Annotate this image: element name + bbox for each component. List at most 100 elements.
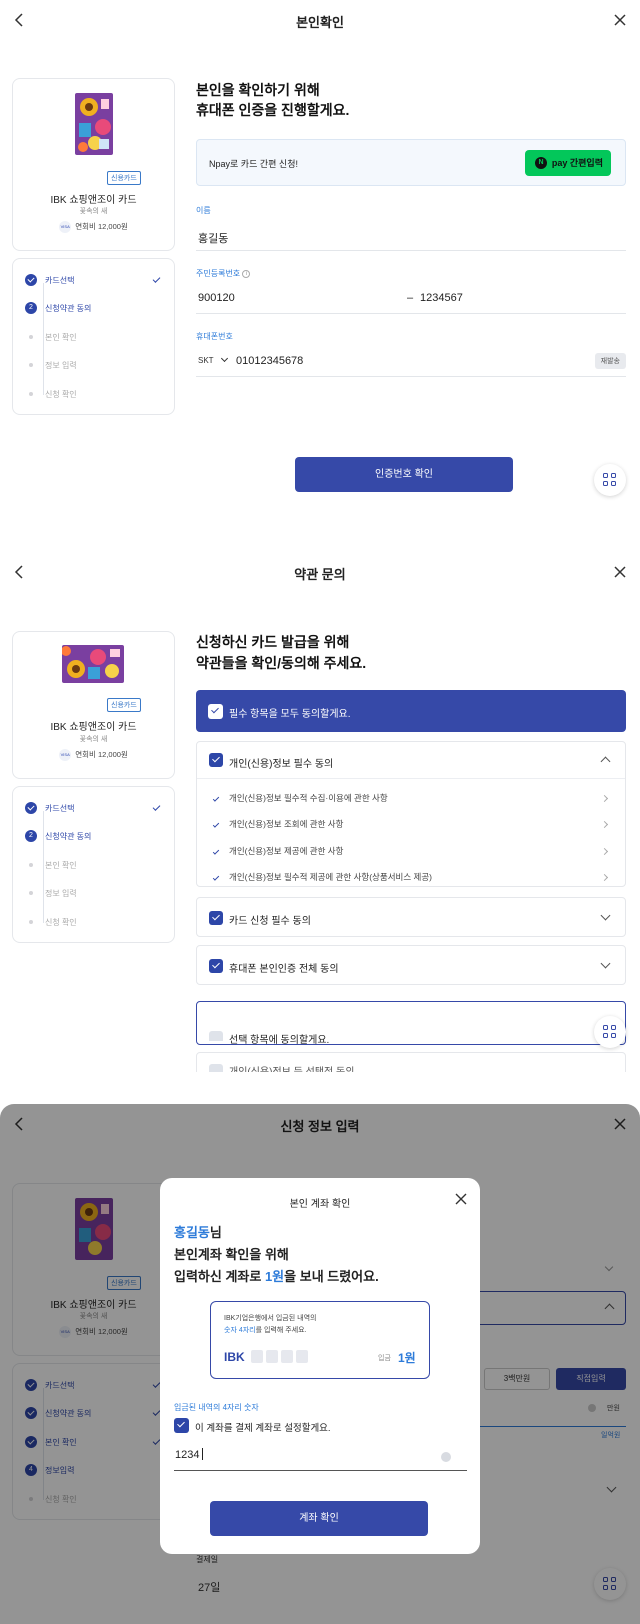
clear-icon[interactable]	[441, 1452, 451, 1462]
annual-fee-text: 연회비 12,000원	[75, 750, 128, 759]
checkbox-icon[interactable]	[209, 1064, 223, 1072]
close-icon[interactable]	[612, 564, 628, 580]
step-label: 신청약관 동의	[45, 304, 92, 313]
close-icon[interactable]	[612, 12, 628, 28]
visa-icon: VISA	[59, 749, 72, 762]
modal-title: 본인 계좌 확인	[289, 1199, 351, 1210]
confirm-account-button[interactable]: 계좌 확인	[210, 1501, 428, 1536]
instruction-line2: 본인계좌 확인을 위해	[174, 1247, 289, 1262]
check-icon	[212, 821, 220, 828]
section-title: 선택 항목에 동의할게요.	[229, 1035, 330, 1046]
heading-line1: 본인을 확인하기 위해	[196, 82, 320, 98]
code-input[interactable]: 1234	[175, 1448, 204, 1461]
card-type-badge: 신용카드	[107, 698, 141, 712]
npay-button[interactable]: N pay 간편입력	[525, 150, 611, 176]
menu-grid-button[interactable]	[594, 464, 626, 496]
checkbox-icon[interactable]	[209, 753, 223, 767]
checkbox-icon[interactable]	[209, 1031, 223, 1041]
verify-code-button[interactable]: 인증번호 확인	[295, 457, 513, 492]
annual-fee: VISA 연회비 12,000원	[13, 221, 174, 234]
card-image	[75, 93, 113, 155]
card-image	[62, 645, 124, 683]
pending-dot-icon	[25, 388, 37, 400]
done-check-icon	[25, 274, 37, 286]
npay-button-label: pay 간편입력	[551, 158, 603, 168]
identity-verification-screen: 본인확인 신용카드 IBK 쇼핑앤조이 카드 꽃속의 새 VISA 연회비 12,…	[0, 0, 640, 540]
card-type-badge: 신용카드	[107, 171, 141, 185]
greeting: 홍길동님	[174, 1222, 222, 1241]
divider	[197, 778, 625, 779]
pending-dot-icon	[25, 859, 37, 871]
phone-label: 휴대폰번호	[196, 332, 233, 341]
check-icon	[212, 848, 220, 855]
checkbox-icon[interactable]	[209, 959, 223, 973]
checkbox-icon	[208, 704, 223, 719]
card-application-section[interactable]: 카드 신청 필수 동의	[196, 897, 626, 937]
step-label: 카드선택	[45, 804, 75, 813]
term-item[interactable]: 개인(신용)정보 제공에 관한 사항	[229, 845, 343, 857]
checkbox-icon[interactable]	[209, 911, 223, 925]
header: 본인확인	[0, 0, 640, 40]
step-label: 본인 확인	[45, 861, 77, 870]
deposit-example-box: IBK기업은행에서 입금된 내역의 숫자 4자리를 입력해 주세요. IBK 입…	[210, 1301, 430, 1379]
masked-digit	[296, 1350, 308, 1363]
chevron-right-icon[interactable]	[600, 794, 609, 803]
application-info-screen: 신청 정보 입력 신용카드 IBK 쇼핑앤조이 카드 꽃속의 새 VISA 연회비…	[0, 1104, 640, 1624]
step-label: 정보 입력	[45, 889, 77, 898]
text-cursor	[202, 1448, 204, 1460]
phone-field[interactable]: 01012345678	[236, 355, 303, 367]
page-title: 본인확인	[296, 15, 344, 30]
phone-verification-section[interactable]: 휴대폰 본인인증 전체 동의	[196, 945, 626, 985]
chevron-up-icon[interactable]	[600, 756, 611, 767]
carrier-select[interactable]: SKT	[198, 354, 228, 365]
heading-line1: 신청하신 카드 발급을 위해	[196, 634, 350, 650]
rrn-back-field[interactable]: 1234567	[420, 292, 463, 304]
instruction-line3: 입력하신 계좌로 1원을 보내 드렸어요.	[174, 1266, 379, 1285]
rrn-label: 주민등록번호 i	[196, 268, 251, 279]
card-summary: 신용카드 IBK 쇼핑앤조이 카드 꽃속의 새 VISA 연회비 12,000원	[12, 78, 175, 251]
agree-all-label: 필수 항목을 모두 동의할게요.	[229, 709, 351, 720]
carrier-value: SKT	[198, 356, 214, 365]
masked-digit	[266, 1350, 278, 1363]
rrn-dash: –	[407, 292, 414, 304]
term-item[interactable]: 개인(신용)정보 필수적 수집·이용에 관한 사항	[229, 792, 388, 804]
checkbox-label: 이 계좌를 결제 계좌로 설정할게요.	[195, 1423, 331, 1434]
chevron-right-icon[interactable]	[600, 847, 609, 856]
optional-personal-info-section[interactable]: 개인(신용)정보 등 선택적 동의	[196, 1052, 626, 1072]
heading-line2: 휴대폰 인증을 진행할게요.	[196, 102, 350, 118]
code-field-label: 입금된 내역의 4자리 숫자	[174, 1403, 259, 1412]
menu-grid-button[interactable]	[594, 1016, 626, 1048]
deposit-label: 입금	[378, 1355, 391, 1362]
optional-agree-section[interactable]: 선택 항목에 동의할게요.	[196, 1001, 626, 1046]
input-underline	[174, 1470, 467, 1471]
rrn-front-field[interactable]: 900120	[198, 292, 235, 304]
pending-dot-icon	[25, 331, 37, 343]
step-number: 2	[25, 302, 37, 314]
resend-button[interactable]: 재발송	[594, 353, 626, 369]
section-title: 휴대폰 본인인증 전체 동의	[229, 964, 339, 975]
set-payment-account-checkbox[interactable]	[174, 1418, 189, 1433]
close-icon[interactable]	[454, 1192, 468, 1206]
check-icon	[212, 874, 220, 881]
chevron-down-icon[interactable]	[600, 958, 611, 969]
name-field[interactable]: 홍길동	[198, 230, 228, 246]
info-icon[interactable]: i	[242, 269, 251, 278]
text: 을 보내 드렸어요.	[284, 1269, 379, 1284]
divider	[196, 250, 626, 251]
chevron-right-icon[interactable]	[600, 873, 609, 882]
section-title: 카드 신청 필수 동의	[229, 916, 311, 927]
term-item[interactable]: 개인(신용)정보 필수적 제공에 관한 사항(상품서비스 제공)	[229, 871, 432, 883]
header: 약관 문의	[0, 552, 640, 592]
divider	[196, 376, 626, 377]
chevron-down-icon[interactable]	[600, 910, 611, 921]
amount-highlight: 1원	[264, 1269, 285, 1284]
step-label: 신청 확인	[45, 390, 77, 399]
agree-all-required-button[interactable]: 필수 항목을 모두 동의할게요.	[196, 690, 626, 732]
divider	[196, 313, 626, 314]
pending-dot-icon	[25, 359, 37, 371]
check-icon	[152, 803, 161, 811]
step-line	[43, 811, 44, 923]
chevron-right-icon[interactable]	[600, 820, 609, 829]
deposit-amount: 1원	[398, 1351, 416, 1365]
term-item[interactable]: 개인(신용)정보 조회에 관한 사항	[229, 818, 343, 830]
